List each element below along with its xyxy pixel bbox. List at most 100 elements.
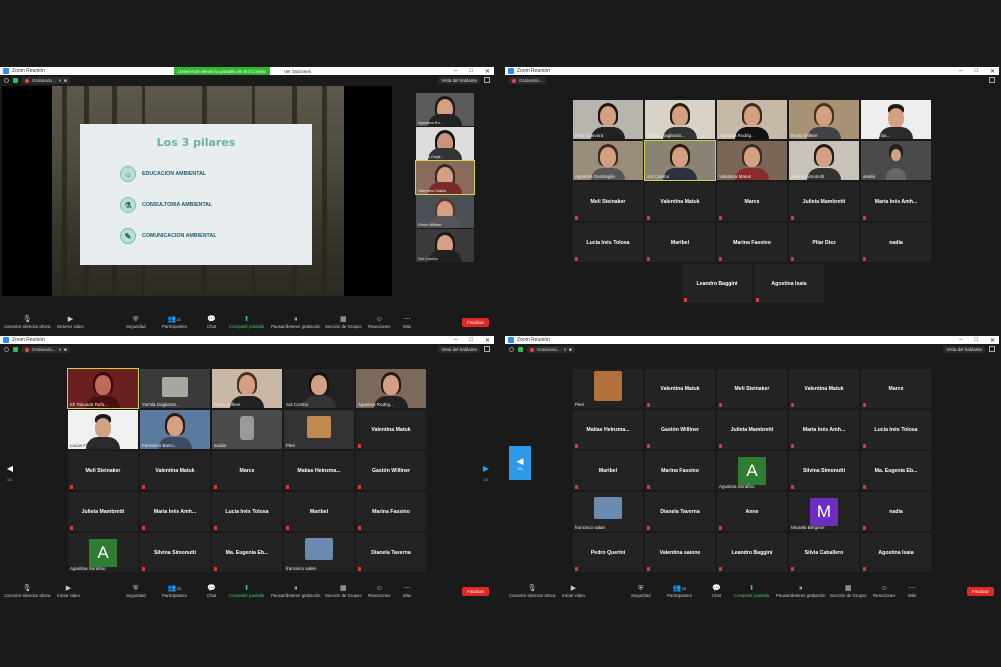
participant-tile[interactable]: Valentina saione [645, 533, 715, 572]
participant-tile[interactable]: Lucia Inés Tolosa [573, 223, 643, 262]
video-tile[interactable]: Sol Combo [284, 369, 354, 408]
reactions-button[interactable]: ☺ Reacciones [368, 585, 390, 598]
stop-icon[interactable]: ■ [569, 347, 572, 352]
participant-tile[interactable]: Maribel [573, 451, 643, 490]
end-meeting-button[interactable]: Finalizar [461, 587, 489, 596]
thumbnail[interactable]: Yamila Gagli... [416, 127, 474, 160]
video-tile[interactable]: Agustina Rodrig... [717, 100, 787, 139]
security-button[interactable]: ⛨ Seguridad [126, 316, 146, 329]
mute-button[interactable]: 🎙 Cancelar silenciar ahora [4, 585, 50, 598]
share-screen-button[interactable]: ⬆ Compartir pantalla [734, 585, 769, 598]
participant-tile[interactable]: Gastón Williner [645, 410, 715, 449]
security-shield-icon[interactable] [518, 347, 523, 352]
speaker-view-button[interactable]: Vista del hablante [438, 346, 480, 353]
video-tile-active-speaker[interactable]: Eli Taboada Rafa... [67, 368, 139, 409]
participant-tile[interactable]: Pedro Querini [573, 533, 643, 572]
previous-page-button[interactable]: ◀ 2/2 [509, 446, 531, 480]
share-screen-button[interactable]: ⬆ Compartir pantalla [229, 585, 264, 598]
participant-tile[interactable]: Pilar Diez [789, 223, 859, 262]
end-meeting-button[interactable]: Finalizar [966, 587, 994, 596]
participant-tile[interactable]: Silvina Simonutti [789, 451, 859, 490]
participant-tile[interactable]: Julieta Mambretti [717, 410, 787, 449]
minimize-icon[interactable]: – [959, 68, 962, 75]
video-tile[interactable]: analia [861, 141, 931, 180]
participant-tile[interactable]: Silvina Simonutti [140, 533, 210, 572]
mute-button[interactable]: 🎙 Cancelar silenciar ahora [4, 316, 50, 329]
participants-button[interactable]: 👥33 Participantes [162, 585, 187, 598]
video-tile[interactable]: Yamila Gagliardo... [140, 369, 210, 408]
record-button[interactable]: ⏸ Pausar/detener grabación [271, 316, 320, 329]
participant-tile[interactable]: Meli Steinaker [68, 451, 138, 490]
video-tile[interactable]: analia [212, 410, 282, 449]
participant-tile[interactable]: Ma. Eugenia Eb... [861, 451, 931, 490]
thumbnail[interactable]: Valentina Matuk [415, 160, 475, 195]
participant-tile[interactable]: Gastón Williner [356, 451, 426, 490]
participant-tile[interactable]: Ma. Eugenia Eb... [212, 533, 282, 572]
participant-tile[interactable]: Meli Steinaker [717, 369, 787, 408]
maximize-icon[interactable]: □ [974, 68, 978, 75]
info-icon[interactable] [509, 347, 514, 352]
fullscreen-icon[interactable] [989, 77, 995, 83]
video-tile[interactable]: Rocio Willner [212, 369, 282, 408]
video-button[interactable]: ▶ Iniciar video [57, 585, 80, 598]
fullscreen-icon[interactable] [484, 77, 490, 83]
close-icon[interactable]: ✕ [485, 68, 490, 75]
participants-button[interactable]: 👥21 Participantes [162, 316, 187, 329]
speaker-view-button[interactable]: Vista del hablante [438, 77, 480, 84]
participant-tile[interactable]: Marce [861, 369, 931, 408]
participant-tile[interactable]: Marina Fassino [645, 451, 715, 490]
close-icon[interactable]: ✕ [990, 337, 995, 344]
participants-button[interactable]: 👥33 Participantes [667, 585, 692, 598]
participant-tile[interactable]: Julieta Mambretti [789, 182, 859, 221]
chat-button[interactable]: 💬 Chat [207, 585, 216, 598]
participant-tile[interactable]: Leandro Baggini [717, 533, 787, 572]
participant-tile-avatar[interactable]: A Agustina Serafino [68, 533, 138, 572]
participant-tile[interactable]: Valentina Matuk [789, 369, 859, 408]
thumbnail[interactable]: Sol Combo [416, 229, 474, 262]
security-button[interactable]: ⛨ Seguridad [631, 585, 651, 598]
participant-tile[interactable]: Dianela Taverna [356, 533, 426, 572]
recording-indicator[interactable]: Grabando... ⏸ ■ [22, 77, 70, 84]
video-tile[interactable]: Lucas Frías... [861, 100, 931, 139]
participant-tile[interactable]: Maria Inés Amh... [140, 492, 210, 531]
video-tile[interactable]: Valentina Matuk [717, 141, 787, 180]
breakout-rooms-button[interactable]: ▦ Sección de Grupos [830, 585, 867, 598]
participant-tile[interactable]: Dianela Taverna [645, 492, 715, 531]
close-icon[interactable]: ✕ [485, 337, 490, 344]
previous-page-icon[interactable]: ◀ [6, 464, 14, 473]
chat-button[interactable]: 💬 Chat [712, 585, 721, 598]
breakout-rooms-button[interactable]: ▦ Sección de Grupos [325, 316, 362, 329]
video-tile[interactable]: Agustina Gentiloglio [573, 141, 643, 180]
video-button[interactable]: ▶ Iniciar video [562, 585, 585, 598]
more-button[interactable]: ⋯ Más [908, 585, 916, 598]
maximize-icon[interactable]: □ [469, 337, 473, 344]
video-tile[interactable]: Pieri [284, 410, 354, 449]
record-button[interactable]: ⏸ Pausar/detener grabación [776, 585, 825, 598]
thumbnail[interactable]: Agustina Ro... [416, 93, 474, 126]
chat-button[interactable]: 💬 Chat [207, 316, 216, 329]
pause-icon[interactable]: ⏸ [59, 347, 61, 352]
maximize-icon[interactable]: □ [469, 68, 473, 75]
video-tile[interactable]: Fernando Banci... [140, 410, 210, 449]
participant-tile-photo[interactable]: Pieri [573, 369, 643, 408]
participant-tile[interactable]: nadia [861, 492, 931, 531]
video-tile[interactable]: Lucas Frías [68, 410, 138, 449]
participant-tile[interactable]: Meli Steinaker [573, 182, 643, 221]
participant-tile[interactable]: Agostina Isaia [754, 264, 824, 303]
share-screen-button[interactable]: ⬆ Compartir pantalla [229, 316, 264, 329]
stop-icon[interactable]: ■ [64, 347, 67, 352]
recording-indicator[interactable]: Grabando... ⏸ ■ [527, 346, 575, 353]
thumbnail[interactable]: Rocio Willner [416, 195, 474, 228]
video-tile[interactable]: Agustina Rodrig... [356, 369, 426, 408]
breakout-rooms-button[interactable]: ▦ Sección de Grupos [325, 585, 362, 598]
minimize-icon[interactable]: – [454, 68, 457, 75]
participant-tile[interactable]: Maribel [284, 492, 354, 531]
reactions-button[interactable]: ☺ Reacciones [368, 316, 390, 329]
participant-tile[interactable]: Valentina Matuk [645, 182, 715, 221]
security-shield-icon[interactable] [13, 78, 18, 83]
participant-tile[interactable]: Julieta Mambretti [68, 492, 138, 531]
participant-tile[interactable]: Agostina Isaia [861, 533, 931, 572]
video-tile[interactable]: Rocio Willner [789, 100, 859, 139]
recording-indicator[interactable]: Grabando... ⏸ ■ [22, 346, 70, 353]
mute-button[interactable]: 🎙 Cancelar silenciar ahora [509, 585, 555, 598]
